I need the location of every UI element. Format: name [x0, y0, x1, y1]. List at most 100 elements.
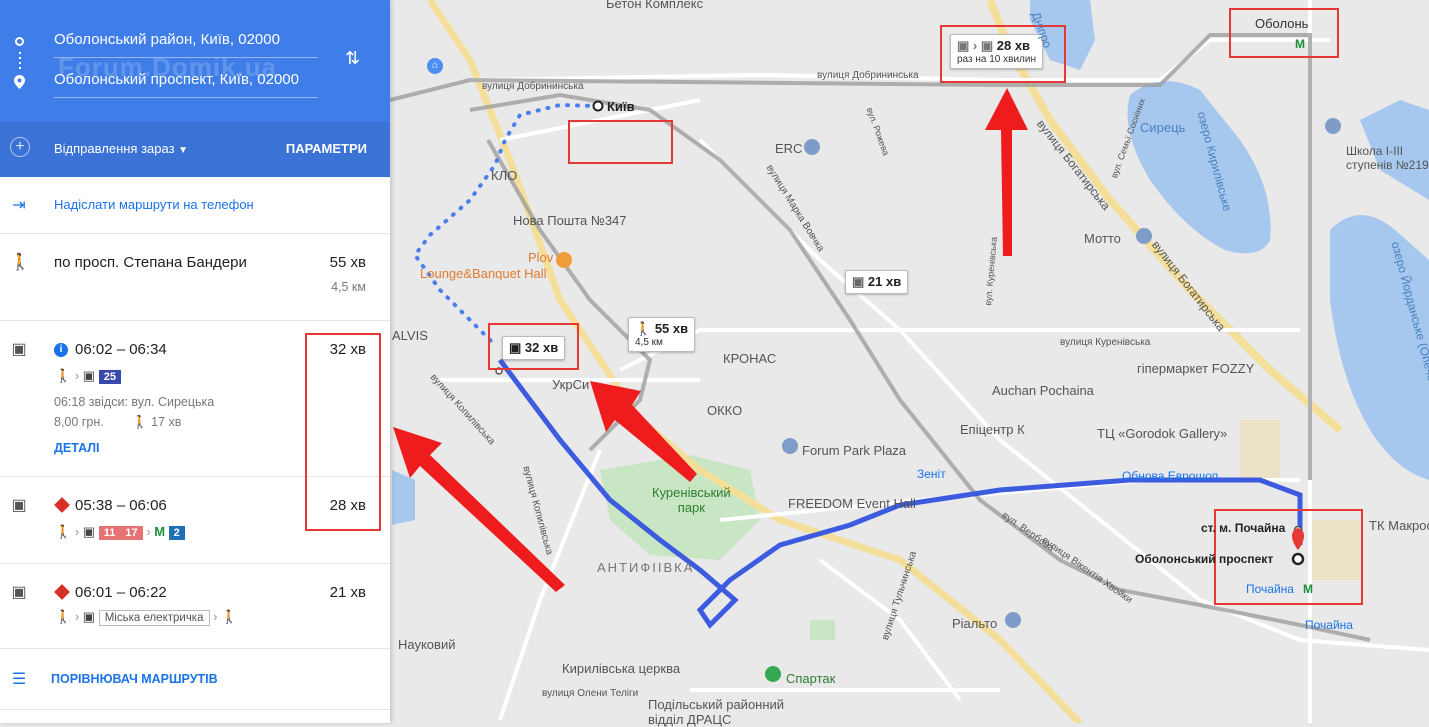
send-to-phone-icon: ⇥: [12, 197, 26, 214]
label-pochaina-1: Почайна: [1246, 582, 1294, 596]
route-1-time: 06:02 – 06:34: [75, 341, 167, 358]
plov-poi-icon[interactable]: [556, 252, 572, 268]
route-3-duration: 21 хв: [329, 584, 366, 601]
chevron-right-icon: ›: [74, 524, 80, 539]
label-school: Школа І-ІІІ ступенів №219: [1346, 144, 1429, 172]
highlight-box-durations: [305, 333, 381, 531]
home-poi-icon[interactable]: ⌂: [427, 58, 443, 74]
label-ukrsib: УкрСи: [552, 377, 590, 392]
route-1-departure: 06:18 звідси: вул. Сирецька: [54, 395, 215, 409]
depart-label: Відправлення зараз: [54, 141, 175, 156]
route-walk-distance: 4,5 км: [331, 280, 366, 294]
route-dots-icon: [19, 52, 21, 70]
start-marker: [592, 100, 604, 112]
route-28-bubble[interactable]: ▣ › ▣ 28 хв раз на 10 хвилин: [950, 34, 1043, 69]
chevron-right-icon: ›: [74, 609, 80, 624]
warning-icon[interactable]: [54, 497, 70, 513]
label-klo: КЛО: [491, 168, 518, 183]
label-betons: Бетон Комплекс: [606, 0, 704, 11]
label-nova-poshta: Нова Пошта №347: [513, 213, 627, 228]
route-1-details-link[interactable]: ДЕТАЛІ: [54, 441, 100, 455]
bus-icon: ▣: [509, 340, 522, 355]
label-kyiv: Київ: [607, 99, 635, 114]
forum-park-poi-icon[interactable]: [782, 438, 798, 454]
label-syrets: Сирець: [1140, 120, 1186, 135]
metro-badge: 2: [168, 526, 185, 540]
label-plov: Plov: [528, 250, 554, 265]
erc-poi-icon[interactable]: [804, 139, 820, 155]
label-naukovyi: Науковий: [398, 637, 456, 652]
route-1-walk: 🚶 17 хв: [132, 415, 181, 430]
label-fozzy: гіпермаркет FOZZY: [1137, 361, 1255, 376]
street-kurenivska: вулиця Куренівська: [1060, 337, 1151, 348]
chevron-right-icon: ›: [74, 368, 80, 383]
rialto-poi-icon[interactable]: [1005, 612, 1021, 628]
route-3-time: 06:01 – 06:22: [75, 584, 167, 601]
label-spartak: Спартак: [786, 671, 836, 686]
label-kronas: КРОНАС: [723, 351, 777, 366]
options-button[interactable]: ПАРАМЕТРИ: [286, 141, 367, 156]
label-epicentr: Епіцентр К: [960, 422, 1025, 437]
route-option-3[interactable]: ▣ 06:01 – 06:22 21 хв 🚶 › ▣ Міська елект…: [0, 564, 390, 649]
train-icon: ▣: [82, 609, 96, 624]
compare-link[interactable]: ПОРІВНЮВАЧ МАРШРУТІВ: [51, 672, 218, 686]
train-icon: ▣: [852, 274, 865, 289]
walk-icon: 🚶: [55, 609, 72, 624]
metro-icon: M: [154, 524, 166, 539]
add-stop-icon[interactable]: +: [10, 137, 30, 157]
warning-icon[interactable]: [54, 584, 70, 600]
route-3-steps: 🚶 › ▣ Міська електричка › 🚶: [55, 609, 237, 626]
label-obolon: Оболонь: [1255, 16, 1309, 31]
label-freedom: FREEDOM Event Hall: [788, 496, 916, 511]
metro-obolon-icon[interactable]: M: [1295, 37, 1305, 51]
transit-icon: ▣: [11, 497, 27, 514]
compare-row[interactable]: ☰ ПОРІВНЮВАЧ МАРШРУТІВ: [0, 649, 390, 710]
label-start-stop: ст. м. Почайна: [1201, 521, 1286, 535]
route-21-bubble[interactable]: ▣ 21 хв: [845, 270, 909, 294]
route-walk[interactable]: 🚶 по просп. Степана Бандери 55 хв 4,5 км: [0, 234, 390, 321]
label-alvis: ALVIS: [392, 328, 428, 343]
route-1-fare: 8,00 грн.: [54, 415, 104, 429]
compare-icon: ☰: [11, 671, 27, 688]
route-walk-duration: 55 хв: [329, 254, 366, 271]
metro-pochaina-icon[interactable]: M: [1303, 582, 1313, 596]
walk-icon: 🚶: [55, 524, 72, 539]
destination-pin-icon: [14, 75, 25, 89]
bus-icon: ▣: [82, 524, 96, 539]
bus-icon: ▣ › ▣: [957, 38, 994, 53]
label-erc: ERC: [775, 141, 803, 156]
transit-icon: ▣: [11, 341, 27, 358]
bubble-55-time: 55 хв: [654, 321, 689, 336]
send-to-phone-link[interactable]: Надіслати маршрути на телефон: [54, 197, 254, 212]
bubble-28-time: 28 хв: [996, 38, 1031, 53]
label-evroshop: Обнова Еврошоп: [1122, 469, 1219, 483]
chevron-right-icon: ›: [213, 609, 218, 624]
swap-icon[interactable]: ⇅: [345, 48, 360, 69]
street-dobrynynska-1: вулиця Добрининська: [482, 81, 584, 92]
walk-icon: 🚶: [10, 254, 30, 271]
route-32-bubble[interactable]: ▣ 32 хв: [502, 336, 566, 360]
label-lounge: Lounge&Banquet Hall: [420, 266, 547, 281]
options-bar: + Відправлення зараз ▼ ПАРАМЕТРИ: [0, 122, 390, 177]
send-to-phone-row[interactable]: ⇥ Надіслати маршрути на телефон: [0, 177, 390, 234]
caret-down-icon: ▼: [178, 145, 189, 156]
route-2-time: 05:38 – 06:06: [75, 497, 167, 514]
route-1-steps: 🚶 › ▣ 25: [55, 368, 121, 384]
motto-poi-icon[interactable]: [1136, 228, 1152, 244]
bus-badge-11: 11: [98, 526, 121, 540]
info-icon[interactable]: i: [54, 343, 68, 357]
bus-badge-17: 17: [120, 526, 143, 540]
route-55-bubble[interactable]: 🚶 55 хв 4,5 км: [628, 317, 696, 352]
spartak-poi-icon[interactable]: [765, 666, 781, 682]
directions-panel: Оболонський район, Київ, 02000 Оболонськ…: [0, 0, 390, 723]
bubble-32-time: 32 хв: [524, 340, 559, 355]
school-poi-icon[interactable]: [1325, 118, 1341, 134]
label-rialto: Ріальто: [952, 616, 998, 631]
bubble-55-sub: 4,5 км: [635, 337, 663, 348]
depart-now-select[interactable]: Відправлення зараз ▼: [54, 141, 188, 156]
watermark: Forum.Domik.ua: [58, 52, 278, 82]
label-pochaina-2: Почайна: [1305, 618, 1353, 632]
walk-icon: 🚶: [55, 368, 72, 383]
label-destination: Оболонський проспект: [1135, 552, 1274, 566]
bus-icon: ▣: [82, 368, 96, 383]
